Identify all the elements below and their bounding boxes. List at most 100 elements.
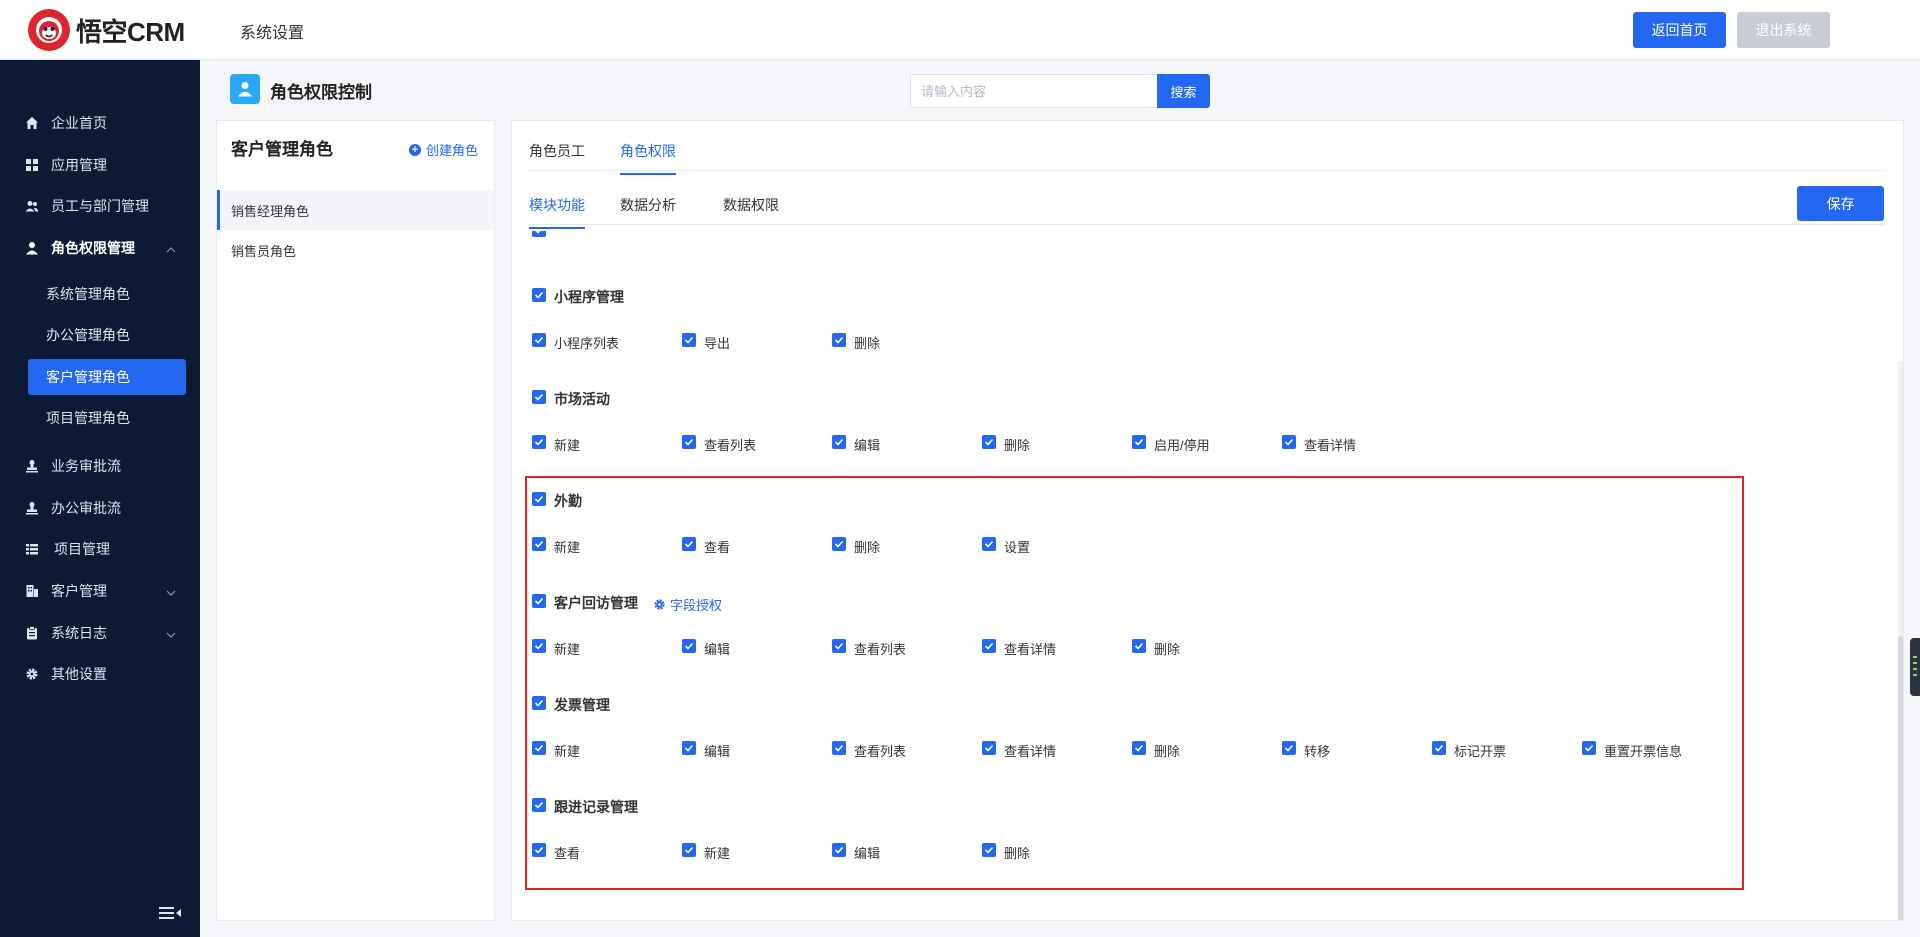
create-role-label: 创建角色 [426,143,479,158]
option-checkbox[interactable] [532,639,546,653]
field-authorization-link[interactable]: 字段授权 [653,595,722,614]
option-checkbox[interactable] [982,639,996,653]
option-label: 查看列表 [854,744,907,759]
role-permission-icon [230,74,260,104]
option-checkbox[interactable] [832,741,846,755]
option-checkbox[interactable] [832,843,846,857]
option-label: 删除 [1154,642,1181,657]
option-checkbox[interactable] [682,435,696,449]
option-label: 删除 [1004,846,1031,861]
tab-module-functions[interactable]: 模块功能 [529,195,585,229]
option-label: 查看 [554,846,581,861]
tab-role-staff[interactable]: 角色员工 [529,141,585,173]
option-checkbox[interactable] [532,741,546,755]
sidebar-item-other-settings[interactable]: 其他设置 [0,653,200,694]
option-checkbox[interactable] [682,741,696,755]
header-title: 系统设置 [240,25,305,42]
role-tabs: 角色员工 角色权限 [528,121,1886,175]
search-button[interactable]: 搜索 [1157,74,1210,108]
save-button[interactable]: 保存 [1797,186,1884,221]
sidebar-item-system-log[interactable]: 系统日志 [0,612,200,653]
users-icon [24,198,40,214]
option-checkbox[interactable] [832,639,846,653]
create-role-button[interactable]: + 创建角色 [409,140,478,159]
sidebar-sub-item-office-role[interactable]: 办公管理角色 [28,317,186,353]
option-checkbox[interactable] [832,435,846,449]
option-checkbox[interactable] [982,435,996,449]
option-checkbox[interactable] [682,843,696,857]
option-checkbox[interactable] [532,333,546,347]
logout-button[interactable]: 退出系统 [1737,12,1830,48]
option-label: 删除 [1154,744,1181,759]
option-checkbox[interactable] [832,537,846,551]
group-label: 市场活动 [554,391,610,407]
option-checkbox[interactable] [982,843,996,857]
gear-icon [24,666,40,682]
sidebar-item-business-approval[interactable]: 业务审批流 [0,445,200,486]
sidebar-item-label: 应用管理 [51,156,107,173]
sidebar-sub-item-system-role[interactable]: 系统管理角色 [28,276,186,312]
option-label: 启用/停用 [1154,438,1210,453]
option-checkbox[interactable] [1282,435,1296,449]
option-checkbox[interactable] [532,537,546,551]
sidebar-item-label: 员工与部门管理 [51,197,149,214]
role-item-salesperson[interactable]: 销售员角色 [217,230,494,270]
option-checkbox[interactable] [1432,741,1446,755]
role-item-sales-manager[interactable]: 销售经理角色 [217,190,494,230]
tab-data-analysis[interactable]: 数据分析 [620,195,676,227]
option-checkbox[interactable] [1582,741,1596,755]
logo-text: 悟空CRM [76,16,185,47]
edge-widget[interactable] [1910,638,1920,696]
tab-data-permissions[interactable]: 数据权限 [723,195,779,227]
scrollbar-thumb[interactable] [1898,636,1903,920]
option-label: 导出 [704,336,731,351]
option-checkbox[interactable] [682,639,696,653]
sidebar-collapse-icon[interactable] [158,905,182,924]
group-label: 发票管理 [554,697,610,713]
search-input[interactable] [910,74,1157,108]
sidebar-sub-item-customer-role[interactable]: 客户管理角色 [28,359,186,395]
group-checkbox-follow-up[interactable] [532,798,546,812]
tab-role-permissions[interactable]: 角色权限 [620,141,676,175]
option-label: 重置开票信息 [1604,744,1683,759]
sidebar-item-role-permissions[interactable]: 角色权限管理 [0,227,200,268]
group-checkbox-field-work[interactable] [532,492,546,506]
sidebar-sub-item-project-role[interactable]: 项目管理角色 [28,400,186,436]
option-label: 新建 [554,540,581,555]
option-label: 新建 [554,744,581,759]
option-checkbox[interactable] [1282,741,1296,755]
group-checkbox-marketing[interactable] [532,390,546,404]
option-checkbox[interactable] [682,537,696,551]
group-checkbox-customer-revisit[interactable] [532,594,546,608]
option-checkbox[interactable] [682,333,696,347]
option-label: 查看列表 [704,438,757,453]
return-home-button[interactable]: 返回首页 [1633,12,1726,48]
option-label: 编辑 [704,642,731,657]
checkbox-clipped[interactable] [532,231,546,237]
sidebar-item-staff-departments[interactable]: 员工与部门管理 [0,185,200,226]
option-checkbox[interactable] [832,333,846,347]
plus-circle-icon: + [409,143,421,156]
option-checkbox[interactable] [532,435,546,449]
monkey-logo-icon [28,9,70,51]
field-authorization-label: 字段授权 [670,598,723,613]
sidebar-item-project-management[interactable]: 项目管理 [0,528,200,569]
sidebar-item-label: 项目管理 [54,540,110,557]
option-checkbox[interactable] [1132,741,1146,755]
sidebar-item-customer-management[interactable]: 客户管理 [0,570,200,611]
sidebar: 企业首页 应用管理 员工与部门管理 角色权限管理 系统管理角色 办公管理角色 客… [0,60,200,937]
option-checkbox[interactable] [1132,639,1146,653]
sidebar-item-office-approval[interactable]: 办公审批流 [0,487,200,528]
sidebar-item-enterprise-home[interactable]: 企业首页 [0,102,200,143]
logo[interactable]: 悟空CRM [28,9,185,51]
option-label: 转移 [1304,744,1331,759]
option-label: 查看列表 [854,642,907,657]
group-checkbox-miniprogram[interactable] [532,288,546,302]
group-checkbox-invoice[interactable] [532,696,546,710]
sidebar-item-label: 企业首页 [51,114,107,131]
option-checkbox[interactable] [982,741,996,755]
option-checkbox[interactable] [982,537,996,551]
option-checkbox[interactable] [1132,435,1146,449]
option-checkbox[interactable] [532,843,546,857]
sidebar-item-app-management[interactable]: 应用管理 [0,144,200,185]
